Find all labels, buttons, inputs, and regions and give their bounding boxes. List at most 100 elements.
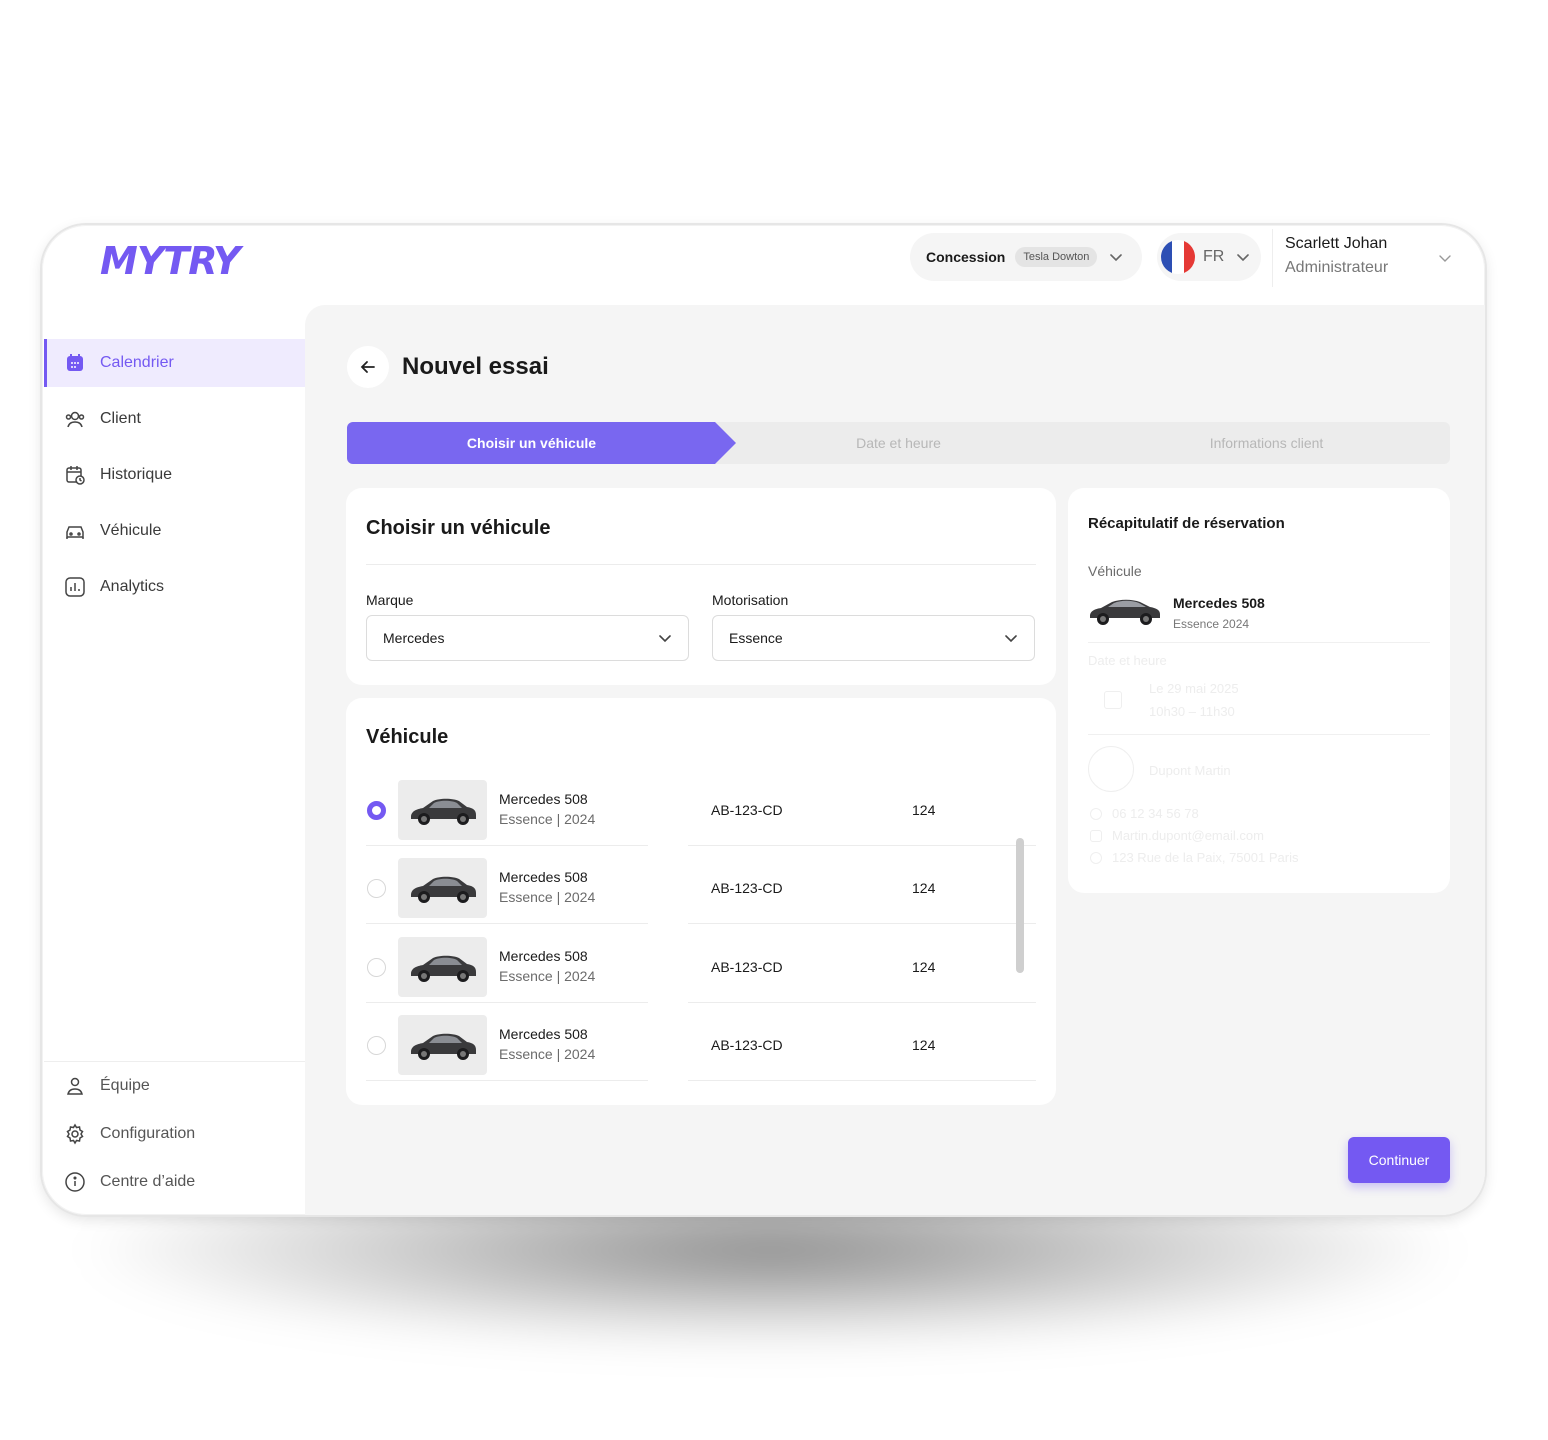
vehicle-radio[interactable] <box>367 1036 386 1055</box>
summary-date: Le 29 mai 2025 <box>1149 681 1239 696</box>
user-role: Administrateur <box>1285 259 1389 276</box>
sidebar-item-configuration[interactable]: Configuration <box>44 1110 305 1158</box>
sidebar-item-label: Équipe <box>100 1077 150 1094</box>
divider <box>366 845 648 846</box>
sidebar-item-historique[interactable]: Historique <box>44 451 305 499</box>
sidebar-item-label: Centre d’aide <box>100 1173 196 1190</box>
vehicle-plate: AB-123-CD <box>711 1037 783 1053</box>
calendar-icon <box>67 354 83 371</box>
divider <box>688 845 1036 846</box>
vehicle-details: Essence | 2024 <box>499 889 596 905</box>
page-title: Nouvel essai <box>402 353 549 380</box>
sidebar-item-client[interactable]: Client <box>44 395 305 443</box>
sidebar: Calendrier Client Historique Véhicule An… <box>42 305 305 1215</box>
sidebar-item-vehicule[interactable]: Véhicule <box>44 507 305 555</box>
chart-icon <box>65 577 85 597</box>
divider <box>688 923 1036 924</box>
sidebar-item-analytics[interactable]: Analytics <box>44 563 305 611</box>
user-icon <box>67 1077 83 1095</box>
vehicle-list-title: Véhicule <box>366 726 449 748</box>
chevron-down-icon <box>1439 255 1451 262</box>
summary-vehicle-label: Véhicule <box>1088 563 1142 579</box>
car-image <box>398 937 487 997</box>
scrollbar[interactable] <box>1016 838 1024 973</box>
brand-select-value: Mercedes <box>383 630 445 646</box>
calendar-clock-icon <box>66 466 85 485</box>
vehicle-filter-card: Choisir un véhicule Marque Mercedes Moto… <box>346 488 1056 685</box>
car-image <box>1088 586 1162 634</box>
gear-icon <box>66 1123 84 1145</box>
car-image <box>398 858 487 918</box>
language-selector[interactable]: FR <box>1157 233 1261 281</box>
vehicle-row[interactable]: Mercedes 508 Essence | 2024 AB-123-CD 12… <box>346 937 1056 1015</box>
sidebar-item-label: Client <box>100 410 141 427</box>
engine-select[interactable]: Essence <box>712 615 1035 661</box>
app-window: MYTRY Concession Tesla Dowton FR Scarlet… <box>42 225 1485 1215</box>
continue-button[interactable]: Continuer <box>1348 1137 1450 1183</box>
step-client-info[interactable]: Informations client <box>1083 422 1450 464</box>
step-date-time[interactable]: Date et heure <box>736 422 1061 464</box>
sidebar-item-calendrier[interactable]: Calendrier <box>44 339 305 387</box>
stepper: Choisir un véhicule Date et heure Inform… <box>347 422 1450 464</box>
user-name: Scarlett Johan <box>1285 235 1388 252</box>
summary-vehicle-details: Essence 2024 <box>1173 617 1250 631</box>
vehicle-details: Essence | 2024 <box>499 1046 596 1062</box>
sidebar-item-label: Véhicule <box>100 522 162 539</box>
vehicle-radio[interactable] <box>367 879 386 898</box>
brand-select[interactable]: Mercedes <box>366 615 689 661</box>
sidebar-item-equipe[interactable]: Équipe <box>44 1062 305 1110</box>
engine-select-value: Essence <box>729 630 783 646</box>
france-flag-icon <box>1161 240 1195 274</box>
divider <box>1088 734 1430 735</box>
divider <box>688 1080 1036 1081</box>
sidebar-item-centre-aide[interactable]: Centre d’aide <box>44 1158 305 1206</box>
sidebar-item-label: Historique <box>100 466 173 483</box>
chevron-down-icon <box>659 635 671 643</box>
avatar <box>1088 746 1134 792</box>
vehicle-name: Mercedes 508 <box>499 791 588 807</box>
chevron-down-icon <box>1005 635 1017 643</box>
divider <box>366 1002 648 1003</box>
brand-label: Marque <box>366 592 414 608</box>
concession-selector[interactable]: Concession Tesla Dowton <box>910 233 1142 281</box>
chevron-down-icon <box>1110 254 1123 262</box>
email-icon <box>1090 830 1102 842</box>
users-icon <box>65 411 85 428</box>
vehicle-count: 124 <box>912 802 936 818</box>
car-icon <box>66 526 84 539</box>
location-icon <box>1090 852 1102 864</box>
summary-email: Martin.dupont@email.com <box>1112 828 1264 843</box>
vehicle-plate: AB-123-CD <box>711 802 783 818</box>
vehicle-count: 124 <box>912 880 936 896</box>
divider <box>366 923 648 924</box>
sidebar-item-label: Configuration <box>100 1125 196 1142</box>
divider <box>1088 642 1430 643</box>
vehicle-plate: AB-123-CD <box>711 959 783 975</box>
user-menu[interactable]: Scarlett Johan Administrateur <box>1272 229 1452 287</box>
divider <box>688 1002 1036 1003</box>
car-image <box>398 1015 487 1075</box>
back-button[interactable] <box>347 346 389 388</box>
vehicle-row[interactable]: Mercedes 508 Essence | 2024 AB-123-CD 12… <box>346 780 1056 858</box>
booking-summary-card: Récapitulatif de réservation Véhicule Me… <box>1068 488 1450 893</box>
main-content: Nouvel essai Choisir un véhicule Date et… <box>305 305 1485 1215</box>
summary-date-label: Date et heure <box>1088 653 1167 668</box>
step-choose-vehicle[interactable]: Choisir un véhicule <box>347 422 736 464</box>
vehicle-details: Essence | 2024 <box>499 811 596 827</box>
vehicle-radio[interactable] <box>367 801 386 820</box>
vehicle-row[interactable]: Mercedes 508 Essence | 2024 AB-123-CD 12… <box>346 1015 1056 1093</box>
info-icon <box>65 1172 85 1192</box>
summary-time: 10h30 – 11h30 <box>1149 704 1235 719</box>
vehicle-list-card: Véhicule Mercedes 508 Essence | 2024 AB-… <box>346 698 1056 1105</box>
chevron-down-icon <box>1237 254 1250 262</box>
vehicle-radio[interactable] <box>367 958 386 977</box>
car-image <box>398 780 487 840</box>
language-code: FR <box>1203 248 1225 265</box>
summary-title: Récapitulatif de réservation <box>1088 515 1285 532</box>
logo: MYTRY <box>100 239 241 283</box>
calendar-icon <box>1104 691 1122 709</box>
concession-badge: Tesla Dowton <box>1015 247 1098 267</box>
vehicle-row[interactable]: Mercedes 508 Essence | 2024 AB-123-CD 12… <box>346 858 1056 936</box>
summary-client-name: Dupont Martin <box>1149 763 1231 778</box>
vehicle-name: Mercedes 508 <box>499 1026 588 1042</box>
